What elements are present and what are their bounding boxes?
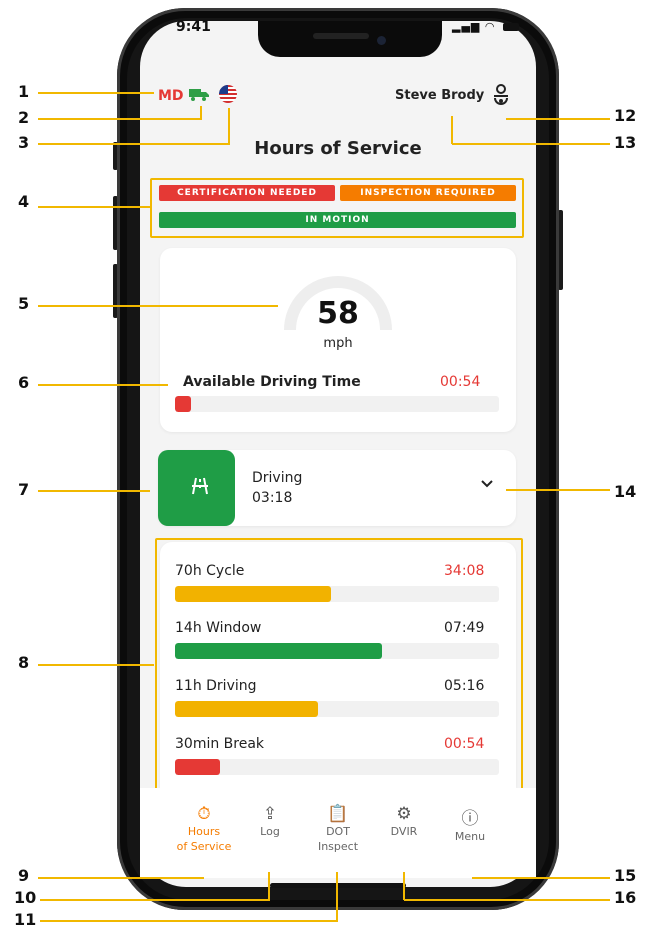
callout-9: 9 bbox=[18, 866, 30, 885]
callout-line-6 bbox=[38, 384, 168, 386]
callout-line-7 bbox=[38, 490, 150, 492]
callout-line-10 bbox=[40, 899, 270, 901]
window-label: 14h Window bbox=[175, 620, 262, 636]
callout-line-3 bbox=[38, 143, 230, 145]
battery-icon bbox=[503, 23, 519, 31]
callout-vline-10 bbox=[268, 872, 270, 900]
window-bar bbox=[175, 643, 499, 659]
status-time: 9:41 bbox=[176, 19, 211, 35]
cycle-bar bbox=[175, 586, 499, 602]
status-icons: ▂▄▆ ◠ bbox=[452, 20, 519, 33]
in-motion-badge: IN MOTION bbox=[159, 212, 516, 228]
callout-line-5 bbox=[38, 305, 278, 307]
available-driving-value: 00:54 bbox=[440, 374, 481, 390]
callout-4: 4 bbox=[18, 192, 30, 211]
nav-log[interactable]: ⇪ Log bbox=[234, 804, 306, 839]
callout-7: 7 bbox=[18, 480, 30, 499]
road-icon bbox=[190, 476, 210, 501]
info-icon: ⓘ bbox=[461, 809, 479, 829]
callout-line-11 bbox=[40, 920, 338, 922]
truck-icon[interactable] bbox=[189, 86, 209, 105]
nav-dot-label-1: DOT bbox=[326, 825, 350, 838]
state-code[interactable]: MD bbox=[158, 88, 184, 104]
gear-icon: ⚙ bbox=[396, 804, 412, 824]
break-value: 00:54 bbox=[444, 736, 485, 752]
callout-15: 15 bbox=[614, 866, 637, 885]
speed-value: 58 bbox=[317, 296, 359, 331]
break-fill bbox=[175, 759, 221, 775]
callout-line-14 bbox=[506, 489, 610, 491]
duty-status-time: 03:18 bbox=[252, 490, 293, 506]
callout-line-15 bbox=[472, 877, 610, 879]
nav-menu-label: Menu bbox=[454, 830, 486, 843]
wifi-icon: ◠ bbox=[484, 20, 496, 33]
cycle-fill bbox=[175, 586, 331, 602]
available-driving-bar bbox=[175, 396, 499, 412]
driving-limit-value: 05:16 bbox=[444, 678, 485, 694]
callout-vline-3 bbox=[228, 108, 230, 145]
stopwatch-icon: ⏱ bbox=[197, 804, 211, 824]
callout-5: 5 bbox=[18, 294, 30, 313]
callout-vline-13 bbox=[451, 116, 453, 144]
driving-limit-fill bbox=[175, 701, 318, 717]
callout-3: 3 bbox=[18, 133, 30, 152]
nav-hours-of-service[interactable]: ⏱ Hours of Service bbox=[168, 804, 240, 854]
window-fill bbox=[175, 643, 383, 659]
callout-16: 16 bbox=[614, 888, 637, 907]
clipboard-icon: 📋 bbox=[327, 804, 349, 824]
callout-line-12 bbox=[506, 118, 610, 120]
nav-dvir[interactable]: ⚙ DVIR bbox=[368, 804, 440, 839]
nav-hos-label-1: Hours bbox=[187, 825, 221, 838]
window-value: 07:49 bbox=[444, 620, 485, 636]
notch bbox=[258, 21, 442, 57]
callout-line-16 bbox=[404, 899, 610, 901]
driving-limit-bar bbox=[175, 701, 499, 717]
speaker bbox=[313, 33, 369, 39]
chevron-down-icon[interactable] bbox=[480, 478, 494, 492]
certification-needed-badge[interactable]: CERTIFICATION NEEDED bbox=[159, 185, 335, 201]
duty-status-label: Driving bbox=[252, 470, 303, 486]
page-title: Hours of Service bbox=[254, 138, 422, 159]
callout-vline-16 bbox=[403, 872, 405, 900]
driving-limit-label: 11h Driving bbox=[175, 678, 257, 694]
signal-icon: ▂▄▆ bbox=[452, 20, 481, 33]
nav-hos-label-2: of Service bbox=[176, 840, 232, 853]
callout-11: 11 bbox=[14, 910, 37, 929]
nav-menu[interactable]: ⓘ Menu bbox=[434, 804, 506, 844]
home-indicator bbox=[270, 883, 406, 888]
user-name[interactable]: Steve Brody bbox=[395, 88, 484, 103]
nav-dot-label-2: Inspect bbox=[317, 840, 359, 853]
callout-12: 12 bbox=[614, 106, 637, 125]
us-flag-icon[interactable] bbox=[219, 85, 237, 103]
available-driving-fill bbox=[175, 396, 192, 412]
log-upload-icon: ⇪ bbox=[262, 804, 278, 824]
speed-unit: mph bbox=[323, 336, 353, 351]
break-label: 30min Break bbox=[175, 736, 265, 752]
cycle-label: 70h Cycle bbox=[175, 563, 245, 579]
callout-line-1 bbox=[38, 92, 154, 94]
callout-2: 2 bbox=[18, 108, 30, 127]
callout-8: 8 bbox=[18, 653, 30, 672]
break-bar bbox=[175, 759, 499, 775]
callout-1: 1 bbox=[18, 82, 30, 101]
nav-dvir-label: DVIR bbox=[390, 825, 418, 838]
callout-line-2 bbox=[38, 118, 200, 120]
callout-vline-2 bbox=[200, 106, 202, 120]
driver-profile-icon[interactable] bbox=[492, 84, 510, 111]
available-driving-label: Available Driving Time bbox=[183, 374, 361, 390]
nav-log-label: Log bbox=[260, 825, 280, 838]
callout-10: 10 bbox=[14, 888, 37, 907]
callout-line-9 bbox=[38, 877, 204, 879]
callout-6: 6 bbox=[18, 373, 30, 392]
callout-14: 14 bbox=[614, 482, 637, 501]
cycle-value: 34:08 bbox=[444, 563, 485, 579]
inspection-required-badge[interactable]: INSPECTION REQUIRED bbox=[340, 185, 516, 201]
camera bbox=[377, 36, 386, 45]
callout-13: 13 bbox=[614, 133, 637, 152]
callout-vline-11 bbox=[336, 872, 338, 921]
callout-line-8 bbox=[38, 664, 154, 666]
callout-line-4 bbox=[38, 206, 150, 208]
nav-dot-inspect[interactable]: 📋 DOT Inspect bbox=[302, 804, 374, 854]
callout-line-13 bbox=[452, 143, 610, 145]
